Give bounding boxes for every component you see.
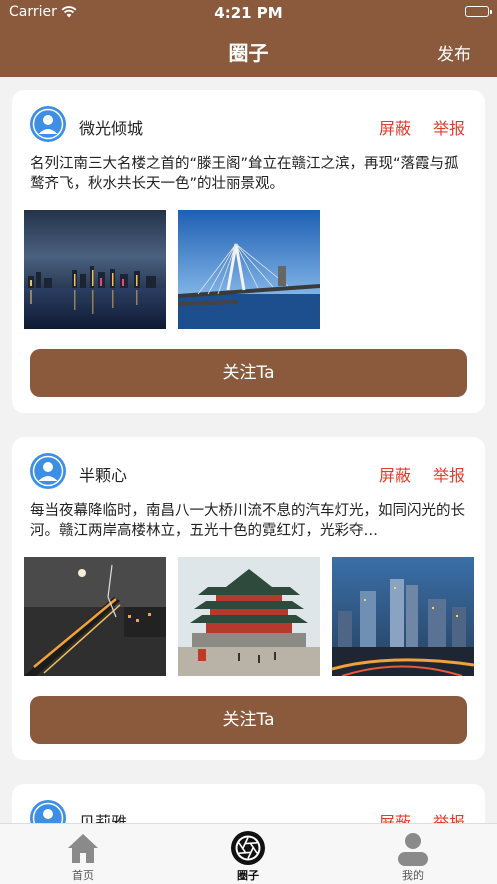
battery-icon <box>465 6 492 17</box>
post-photo-tengwang-pavilion[interactable] <box>178 557 320 676</box>
block-button[interactable]: 屏蔽 <box>379 115 411 139</box>
home-icon <box>68 834 98 863</box>
post-card: 贝莉雅 屏蔽 举报 <box>12 784 485 823</box>
tab-bar: 首页 圈子 我的 <box>0 823 497 884</box>
tab-profile-label: 我的 <box>402 869 424 882</box>
aperture-icon <box>231 831 265 865</box>
report-button[interactable]: 举报 <box>433 115 465 139</box>
block-button[interactable]: 屏蔽 <box>379 462 411 486</box>
post-username[interactable]: 微光倾城 <box>79 115 143 139</box>
status-time: 4:21 PM <box>214 4 283 22</box>
user-avatar-icon <box>31 454 65 488</box>
tab-circle[interactable]: 圈子 <box>188 824 308 884</box>
post-card: 微光倾城 屏蔽 举报 名列江南三大名楼之首的“滕王阁”耸立在赣江之滨，再现“落霞… <box>12 90 485 413</box>
post-card: 半颗心 屏蔽 举报 每当夜幕降临时，南昌八一大桥川流不息的汽车灯光，如同闪光的长… <box>12 437 485 760</box>
navigation-bar: Carrier 4:21 PM 圈子 发布 <box>0 0 497 77</box>
report-button[interactable]: 举报 <box>433 462 465 486</box>
post-username[interactable]: 贝莉雅 <box>79 809 127 823</box>
user-avatar-icon <box>31 107 65 141</box>
publish-button[interactable]: 发布 <box>437 40 471 65</box>
follow-button[interactable]: 关注Ta <box>30 696 467 744</box>
person-icon <box>398 833 428 866</box>
avatar[interactable] <box>30 453 66 489</box>
post-photo-city-night[interactable] <box>24 210 166 329</box>
tab-home-label: 首页 <box>72 869 94 882</box>
post-text: 每当夜幕降临时，南昌八一大桥川流不息的汽车灯光，如同闪光的长河。赣江两岸高楼林立… <box>30 503 465 539</box>
follow-button[interactable]: 关注Ta <box>30 349 467 397</box>
avatar[interactable] <box>30 106 66 142</box>
post-photo-cityscape[interactable] <box>332 557 474 676</box>
post-photo-bridge-night[interactable] <box>24 557 166 676</box>
post-text: 名列江南三大名楼之首的“滕王阁”耸立在赣江之滨，再现“落霞与孤鹜齐飞，秋水共长天… <box>30 156 459 192</box>
post-feed[interactable]: 微光倾城 屏蔽 举报 名列江南三大名楼之首的“滕王阁”耸立在赣江之滨，再现“落霞… <box>0 77 497 823</box>
post-photo-bridge[interactable] <box>178 210 320 329</box>
user-avatar-icon <box>31 801 65 823</box>
avatar[interactable] <box>30 800 66 823</box>
report-button[interactable]: 举报 <box>433 809 465 823</box>
block-button[interactable]: 屏蔽 <box>379 809 411 823</box>
page-title: 圈子 <box>228 41 269 65</box>
tab-circle-label: 圈子 <box>237 869 259 882</box>
tab-home[interactable]: 首页 <box>23 824 143 884</box>
tab-profile[interactable]: 我的 <box>353 824 473 884</box>
status-bar: Carrier 4:21 PM <box>0 0 497 26</box>
post-username[interactable]: 半颗心 <box>79 462 127 486</box>
